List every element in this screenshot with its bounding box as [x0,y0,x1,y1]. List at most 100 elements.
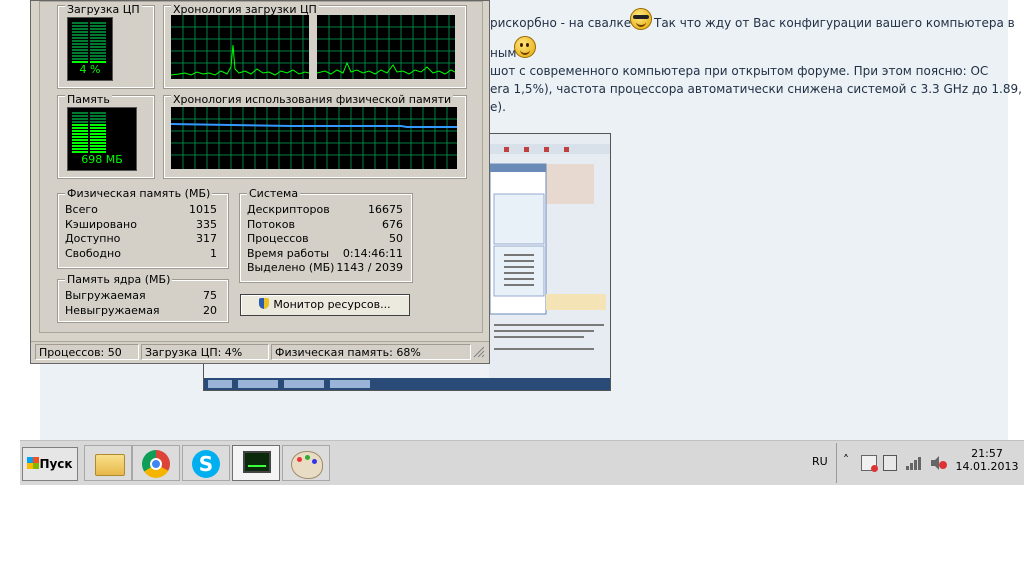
stat-label: Время работы [247,247,330,260]
meter-segment [72,118,88,120]
meter-segment [90,49,106,51]
meter-segment [90,118,106,120]
stat-cached: Кэшировано 335 [65,218,217,232]
memory-meter-bars [72,112,106,153]
stat-value: 676 [382,218,403,231]
forum-text-line2: ным [490,46,517,60]
cpu-history-graph-core2-svg [316,15,456,79]
stat-value: 317 [196,232,217,245]
status-bar: Процессов: 50 Загрузка ЦП: 4% Физическая… [31,341,489,362]
meter-segment [90,34,106,36]
start-button[interactable]: Пуск [22,447,78,481]
meter-segment [72,28,88,30]
performance-tab-panel: Загрузка ЦП 4 % Хронология загрузки ЦП П… [39,1,483,333]
clock-time: 21:57 [971,447,1003,460]
cpu-usage-meter-bars [72,22,106,63]
taskbar-explorer-button[interactable] [84,445,132,481]
forum-text-line5: e). [490,100,506,114]
stat-value: 75 [203,289,217,302]
forum-text-line3: шот с современного компьютера при открыт… [490,64,989,78]
meter-segment [72,136,88,138]
cpu-history-graph-core1-svg [170,15,310,79]
smiley-icon [514,36,536,58]
memory-history-graph-svg [170,107,457,169]
stat-label: Выгружаемая [65,289,146,302]
cpu-usage-group: Загрузка ЦП 4 % [57,3,155,89]
taskbar-task-manager-button[interactable] [232,445,280,481]
forum-text-line1: рискорбно - на свалке [490,16,632,30]
stat-label: Выделено (МБ) [247,261,335,274]
system-tray: ˄ 21:57 14.01.2013 [836,443,1024,483]
meter-segment [90,55,106,57]
forum-text-line4: era 1,5%), частота процессора автоматиче… [490,82,1022,96]
start-label: Пуск [39,457,73,471]
stat-label: Кэшировано [65,218,137,231]
resize-grip-icon[interactable] [473,346,485,358]
memory-history-group: Хронология использования физической памя… [163,93,467,179]
taskbar-chrome-button[interactable] [132,445,180,481]
language-indicator[interactable]: RU [812,455,828,468]
status-cpu: Загрузка ЦП: 4% [141,344,269,360]
stat-value: 1 [210,247,217,260]
folder-icon [95,454,125,476]
meter-segment [72,124,88,126]
memory-value: 698 МБ [81,153,123,166]
stat-value: 1143 / 2039 [336,261,403,274]
meter-segment [90,133,106,135]
taskbar-skype-button[interactable]: S [182,445,230,481]
status-processes: Процессов: 50 [35,344,139,360]
task-manager-window[interactable]: Загрузка ЦП 4 % Хронология загрузки ЦП П… [30,0,490,364]
physical-memory-group: Физическая память (МБ) Всего 1015 Кэширов… [57,187,229,269]
stat-commit: Выделено (МБ) 1143 / 2039 [247,261,403,275]
meter-segment [90,145,106,147]
stat-label: Доступно [65,232,121,245]
system-group: Система Дескрипторов 16675 Потоков 676 Про… [239,187,413,283]
action-center-flag-icon[interactable] [861,455,878,472]
task-manager-icon [243,451,271,473]
stat-value: 16675 [368,203,403,216]
stat-label: Потоков [247,218,295,231]
memory-history-title: Хронология использования физической памя… [171,93,454,106]
taskbar: Пуск S RU ˄ 21:57 14.01.2013 [20,440,1024,485]
cpu-history-graph-core1 [170,15,310,79]
meter-segment [90,130,106,132]
meter-segment [90,139,106,141]
clock-date: 14.01.2013 [955,460,1019,473]
meter-segment [72,130,88,132]
stat-value: 50 [389,232,403,245]
stat-label: Свободно [65,247,121,260]
clock[interactable]: 21:57 14.01.2013 [953,447,1021,473]
status-memory: Физическая память: 68% [271,344,471,360]
meter-segment [90,25,106,27]
show-hidden-icons-chevron-icon[interactable]: ˄ [843,453,849,467]
kernel-memory-title: Память ядра (МБ) [65,273,173,286]
power-plug-icon[interactable] [883,455,897,471]
meter-segment [90,121,106,123]
meter-segment [90,52,106,54]
stat-available: Доступно 317 [65,232,217,246]
stat-free: Свободно 1 [65,247,217,261]
resource-monitor-button[interactable]: Монитор ресурсов... [240,294,410,316]
cpu-history-graph-core2 [316,15,456,79]
memory-group: Память 698 МБ [57,93,155,179]
cool-smiley-icon [630,8,652,30]
taskbar-paint-button[interactable] [282,445,330,481]
meter-segment [90,136,106,138]
meter-segment [72,55,88,57]
meter-segment [72,145,88,147]
meter-segment [90,127,106,129]
skype-icon: S [192,450,220,478]
meter-segment [90,115,106,117]
meter-segment [90,112,106,114]
meter-segment [90,28,106,30]
paint-palette-icon [291,451,323,479]
meter-segment [72,121,88,123]
stat-value: 0:14:46:11 [342,247,403,260]
stat-label: Невыгружаемая [65,304,160,317]
stat-total: Всего 1015 [65,203,217,217]
stat-processes: Процессов 50 [247,232,403,246]
kernel-memory-group: Память ядра (МБ) Выгружаемая 75 Невыгружа… [57,273,229,323]
network-signal-icon[interactable] [905,455,923,471]
volume-muted-icon[interactable] [929,455,947,471]
meter-segment [72,49,88,51]
